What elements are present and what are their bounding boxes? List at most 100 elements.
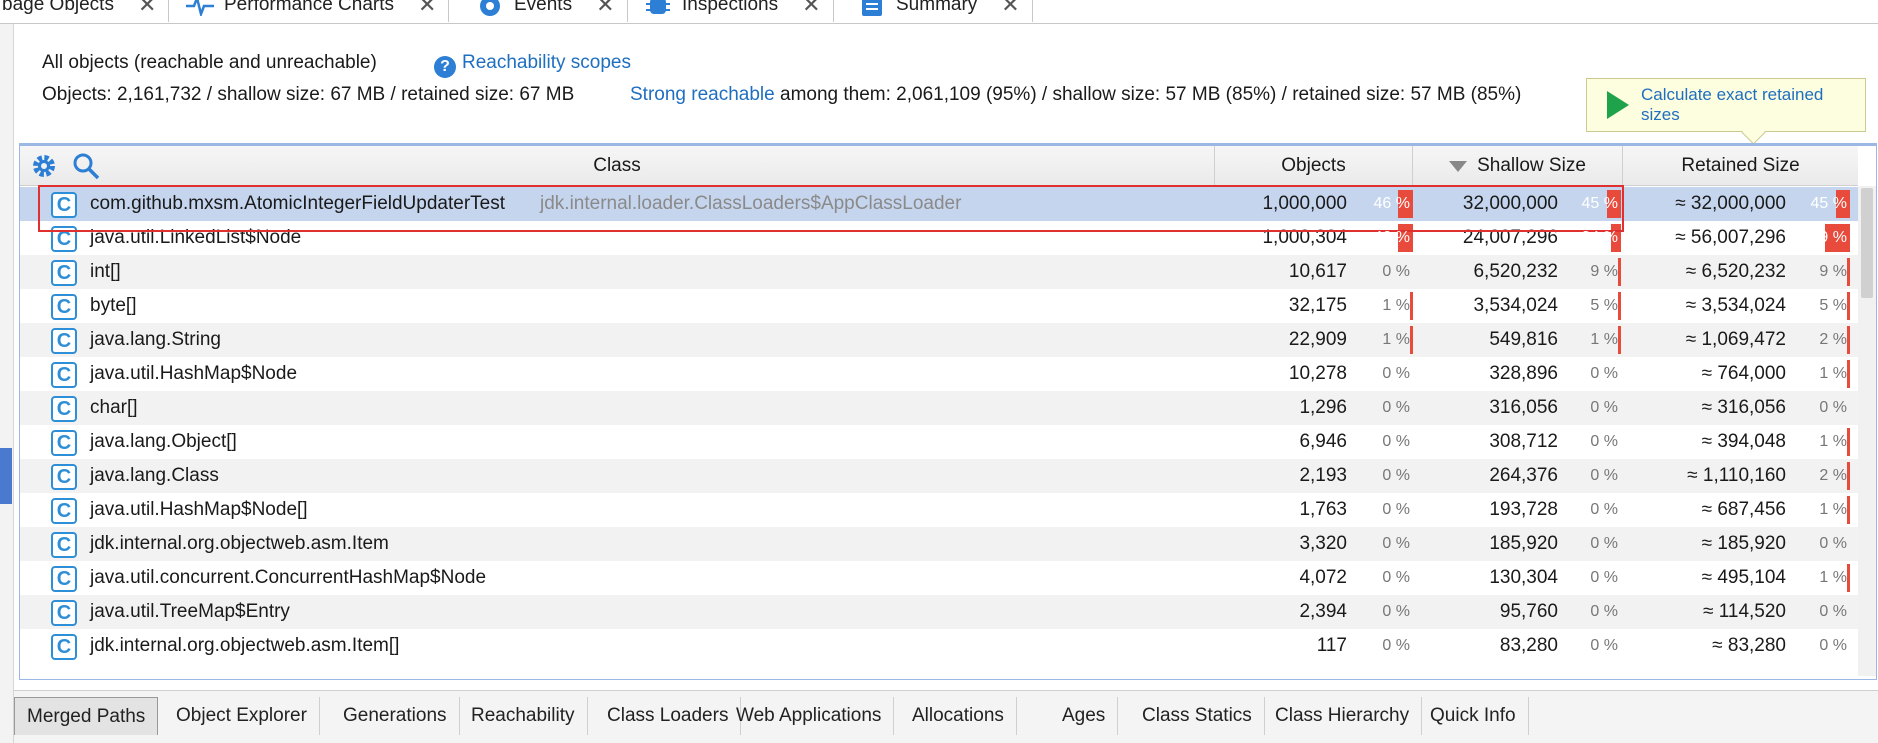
retained-percent-text: 1 % bbox=[1819, 365, 1847, 382]
column-class-label: Class bbox=[593, 155, 641, 176]
column-header-objects[interactable]: Objects bbox=[1215, 146, 1413, 186]
class-name: java.util.HashMap$Node bbox=[90, 363, 298, 384]
table-row[interactable]: Cjava.util.concurrent.ConcurrentHashMap$… bbox=[20, 561, 1858, 595]
table-row[interactable]: Cchar[] 1,296 0 % 316,056 0 % ≈ 316,056 0 % bbox=[20, 391, 1858, 425]
tab-garbage-objects[interactable]: bage Objects ✕ bbox=[0, 0, 170, 22]
retained-value: ≈ 687,456 bbox=[1701, 499, 1786, 520]
objects-percent: 46 % bbox=[1355, 187, 1413, 221]
table-row[interactable]: Cjdk.internal.org.objectweb.asm.Item[] 11… bbox=[20, 629, 1858, 663]
shallow-value: 6,520,232 bbox=[1473, 261, 1558, 282]
shallow-percent-text: 0 % bbox=[1590, 603, 1618, 620]
table-row[interactable]: Cjava.util.HashMap$Node 10,278 0 % 328,896 0… bbox=[20, 357, 1858, 391]
objects-value: 117 bbox=[1316, 635, 1347, 656]
objects-percent: 0 % bbox=[1355, 595, 1413, 629]
strong-reachable-link[interactable]: Strong reachable bbox=[630, 84, 775, 105]
objects-percent: 0 % bbox=[1355, 425, 1413, 459]
table-row[interactable]: Cjava.util.LinkedList$Node 1,000,304 46 % 2… bbox=[20, 221, 1858, 255]
objects-percent: 0 % bbox=[1355, 391, 1413, 425]
retained-value: ≈ 6,520,232 bbox=[1685, 261, 1786, 282]
table-header: Class Objects Shallow Size Retained Size bbox=[20, 146, 1858, 186]
shallow-value: 130,304 bbox=[1489, 567, 1558, 588]
bottom-tab-reachability[interactable]: Reachability bbox=[459, 697, 588, 735]
bottom-tab-generations[interactable]: Generations bbox=[331, 697, 460, 735]
table-row[interactable]: Cbyte[] 32,175 1 % 3,534,024 5 % ≈ 3,534,024 5… bbox=[20, 289, 1858, 323]
shallow-percent: 5 % bbox=[1566, 289, 1621, 323]
class-icon: C bbox=[51, 464, 77, 490]
table-row[interactable]: Ccom.github.mxsm.AtomicIntegerFieldUpdat… bbox=[20, 187, 1858, 221]
column-header-class[interactable]: Class bbox=[20, 146, 1215, 186]
shallow-percent: 0 % bbox=[1566, 459, 1621, 493]
class-loader: jdk.internal.loader.ClassLoaders$AppClas… bbox=[540, 193, 962, 214]
close-icon[interactable]: ✕ bbox=[802, 0, 820, 18]
retained-value: ≈ 1,069,472 bbox=[1685, 329, 1786, 350]
table-row[interactable]: Cjava.lang.Object[] 6,946 0 % 308,712 0 % ≈ 3… bbox=[20, 425, 1858, 459]
tab-inspections[interactable]: Inspections ✕ bbox=[632, 0, 834, 22]
close-icon[interactable]: ✕ bbox=[596, 0, 614, 18]
bottom-tab-quick-info[interactable]: Quick Info bbox=[1418, 697, 1529, 735]
top-tab-bar: bage Objects ✕ Performance Charts ✕ Even… bbox=[0, 0, 1878, 24]
shallow-value: 308,712 bbox=[1489, 431, 1558, 452]
table-row[interactable]: Cjava.lang.Class 2,193 0 % 264,376 0 % ≈ 1,11… bbox=[20, 459, 1858, 493]
bottom-tab-class-hierarchy[interactable]: Class Hierarchy bbox=[1263, 697, 1423, 735]
retained-percent-text: 2 % bbox=[1819, 467, 1847, 484]
shallow-percent: 0 % bbox=[1566, 493, 1621, 527]
objects-percent-text: 0 % bbox=[1382, 535, 1410, 552]
scrollbar-thumb[interactable] bbox=[1861, 188, 1873, 298]
shallow-percent: 0 % bbox=[1566, 595, 1621, 629]
column-header-retained-size[interactable]: Retained Size bbox=[1623, 146, 1858, 186]
tab-events[interactable]: Events ✕ bbox=[464, 0, 628, 22]
bottom-tab-class-loaders[interactable]: Class Loaders bbox=[595, 697, 742, 735]
table-tools bbox=[30, 152, 100, 186]
table-row[interactable]: Cjava.util.TreeMap$Entry 2,394 0 % 95,760 0 … bbox=[20, 595, 1858, 629]
class-name: java.util.LinkedList$Node bbox=[90, 227, 302, 248]
close-icon[interactable]: ✕ bbox=[418, 0, 436, 18]
calculate-retained-sizes-button[interactable]: Calculate exact retained sizes bbox=[1586, 78, 1866, 132]
shallow-percent: 9 % bbox=[1566, 255, 1621, 289]
class-name: java.util.HashMap$Node[] bbox=[90, 499, 308, 520]
close-icon[interactable]: ✕ bbox=[138, 0, 156, 18]
objects-percent-text: 0 % bbox=[1382, 569, 1410, 586]
table-row[interactable]: Cjava.util.HashMap$Node[] 1,763 0 % 193,728… bbox=[20, 493, 1858, 527]
class-icon: C bbox=[51, 328, 77, 354]
table-row[interactable]: Cint[] 10,617 0 % 6,520,232 9 % ≈ 6,520,232 9 … bbox=[20, 255, 1858, 289]
bottom-tab-allocations[interactable]: Allocations bbox=[900, 697, 1017, 735]
reachability-scopes-label: Reachability scopes bbox=[462, 52, 631, 73]
tab-performance-charts[interactable]: Performance Charts ✕ bbox=[174, 0, 450, 22]
objects-value: 22,909 bbox=[1288, 329, 1347, 350]
table-row[interactable]: Cjava.lang.String 22,909 1 % 549,816 1 % ≈ 1,… bbox=[20, 323, 1858, 357]
vertical-scrollbar[interactable] bbox=[1858, 186, 1876, 676]
shallow-percent-text: 0 % bbox=[1590, 433, 1618, 450]
shallow-value: 24,007,296 bbox=[1462, 227, 1558, 248]
table-row[interactable]: Cjdk.internal.org.objectweb.asm.Item 3,32… bbox=[20, 527, 1858, 561]
objects-value: 1,000,304 bbox=[1262, 227, 1347, 248]
bottom-tab-ages[interactable]: Ages bbox=[1050, 697, 1119, 735]
tab-summary[interactable]: Summary ✕ bbox=[846, 0, 1033, 22]
retained-value: ≈ 114,520 bbox=[1703, 601, 1786, 622]
column-header-shallow-size[interactable]: Shallow Size bbox=[1413, 146, 1623, 186]
objects-percent-text: 0 % bbox=[1382, 501, 1410, 518]
pulse-icon bbox=[186, 0, 214, 17]
retained-value: ≈ 3,534,024 bbox=[1685, 295, 1786, 316]
shallow-percent-text: 9 % bbox=[1590, 263, 1618, 280]
bottom-tab-class-statics[interactable]: Class Statics bbox=[1130, 697, 1265, 735]
class-icon: C bbox=[51, 396, 77, 422]
objects-percent: 0 % bbox=[1355, 459, 1413, 493]
calculate-label: Calculate exact retained sizes bbox=[1641, 85, 1824, 124]
retained-percent-text: 0 % bbox=[1819, 399, 1847, 416]
close-icon[interactable]: ✕ bbox=[1001, 0, 1019, 18]
reachability-scopes-link[interactable]: ? Reachability scopes bbox=[434, 52, 631, 78]
sidebar-active-marker[interactable] bbox=[0, 448, 12, 504]
shallow-percent-text: 0 % bbox=[1590, 467, 1618, 484]
shallow-percent-text: 1 % bbox=[1590, 331, 1618, 348]
bottom-tab-web-applications[interactable]: Web Applications bbox=[724, 697, 895, 735]
bottom-tab-object-explorer[interactable]: Object Explorer bbox=[164, 697, 320, 735]
objects-percent-text: 1 % bbox=[1382, 297, 1410, 314]
search-icon[interactable] bbox=[72, 152, 100, 186]
retained-percent: 1 % bbox=[1793, 561, 1850, 595]
objects-value: 2,394 bbox=[1299, 601, 1347, 622]
shallow-value: 264,376 bbox=[1489, 465, 1558, 486]
bottom-tab-merged-paths[interactable]: Merged Paths bbox=[14, 697, 159, 735]
objects-percent: 0 % bbox=[1355, 357, 1413, 391]
retained-percent: 0 % bbox=[1793, 527, 1850, 561]
gear-icon[interactable] bbox=[30, 152, 58, 186]
